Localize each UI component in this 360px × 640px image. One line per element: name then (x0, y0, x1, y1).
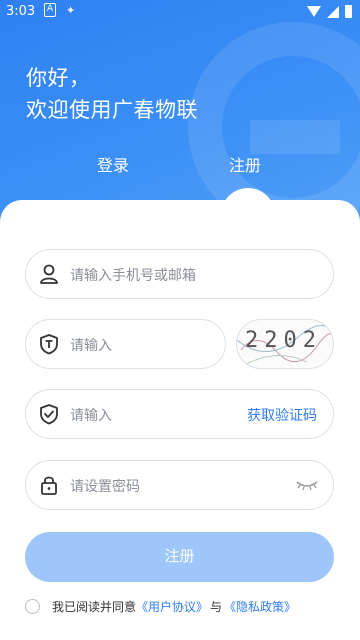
greeting: 你好， 欢迎使用广春物联 (26, 62, 198, 126)
header-banner: 3:03 A ✦ 你好， 欢迎使用广春物联 登录 注册 (0, 0, 360, 222)
password-field[interactable]: 请设置密码 (25, 460, 334, 510)
password-placeholder: 请设置密码 (70, 479, 140, 495)
shield-check-icon (40, 404, 58, 425)
captcha-placeholder: 请输入 (70, 338, 112, 354)
app-notification-icon: ✦ (66, 4, 76, 17)
agreement-and: 与 (210, 600, 223, 614)
tab-login[interactable]: 登录 (97, 152, 129, 176)
tab-register[interactable]: 注册 (229, 152, 261, 176)
battery-icon (345, 5, 352, 18)
captcha-image[interactable]: 2202 (236, 319, 334, 369)
wifi-icon (307, 6, 321, 17)
status-bar: 3:03 A ✦ (0, 0, 360, 24)
status-time: 3:03 (6, 4, 36, 19)
verification-code-field[interactable]: 请输入 获取验证码 (25, 389, 334, 439)
shield-t-icon (40, 334, 58, 355)
signal-icon (327, 5, 339, 18)
eye-closed-icon[interactable] (295, 477, 319, 493)
agreement-prefix: 我已阅读并同意 (52, 600, 137, 614)
phone-email-field[interactable]: 请输入手机号或邮箱 (25, 249, 334, 299)
captcha-text: 2202 (245, 328, 322, 353)
get-code-button[interactable]: 获取验证码 (247, 405, 317, 425)
register-button[interactable]: 注册 (25, 532, 334, 582)
user-agreement-link[interactable]: 《用户协议》 (136, 598, 208, 615)
agreement-row: 我已阅读并同意 《用户协议》 与 《隐私政策》 (25, 598, 296, 615)
privacy-policy-link[interactable]: 《隐私政策》 (224, 598, 296, 615)
phone-email-placeholder: 请输入手机号或邮箱 (70, 268, 196, 284)
notification-icon: A (44, 3, 56, 17)
agreement-radio[interactable] (25, 599, 40, 614)
logo-watermark-bar (250, 120, 340, 154)
user-icon (40, 264, 58, 284)
status-icons (307, 5, 352, 18)
captcha-input[interactable]: 请输入 (25, 319, 226, 369)
code-placeholder: 请输入 (70, 408, 112, 424)
greeting-line-1: 你好， (26, 66, 91, 90)
greeting-line-2: 欢迎使用广春物联 (26, 98, 198, 122)
lock-icon (41, 476, 57, 495)
